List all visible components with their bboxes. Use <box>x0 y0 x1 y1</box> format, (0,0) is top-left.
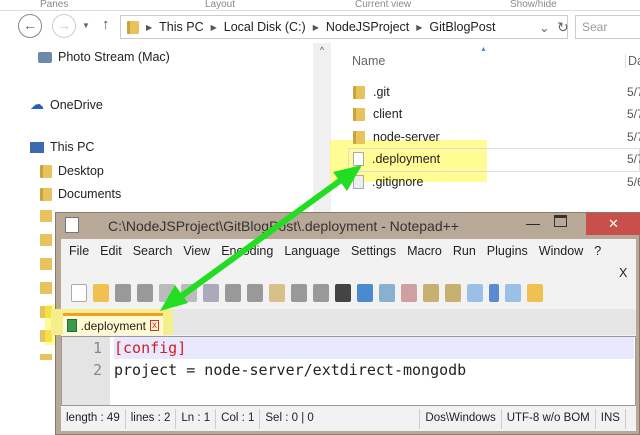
arrow-shaft <box>170 169 354 306</box>
arrowhead-bottom <box>160 285 188 311</box>
annotation-arrow <box>160 165 362 311</box>
arrowhead-top <box>333 165 362 191</box>
